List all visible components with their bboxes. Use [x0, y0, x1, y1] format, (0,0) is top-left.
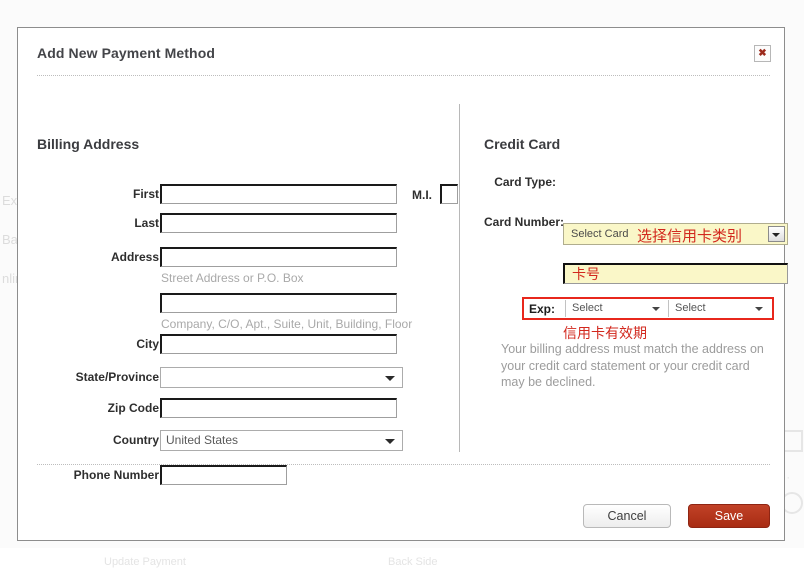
save-button[interactable]: Save [688, 504, 770, 528]
field-row-zip: Zip Code [18, 398, 458, 420]
card-type-value: Select Card [571, 228, 629, 240]
dialog-body: Billing Address Credit Card First M.I. L… [18, 76, 788, 485]
label-card-type: Card Type: [494, 175, 556, 189]
background-bottom-strip: Update Payment Back Side [0, 548, 804, 570]
address-line1-input[interactable] [160, 247, 397, 267]
label-expiration: Exp: [529, 302, 556, 316]
field-row-address: Address Street Address or P.O. Box [18, 247, 458, 285]
field-row-city: City [18, 334, 458, 356]
chevron-down-icon [652, 307, 660, 311]
add-payment-method-dialog: Add New Payment Method ✖ Billing Address… [17, 27, 788, 541]
exp-month-select[interactable]: Select [565, 300, 668, 317]
label-zip-code: Zip Code [107, 401, 159, 415]
expiration-highlight-box: Exp: Select Select [522, 297, 774, 320]
label-city: City [136, 337, 159, 351]
label-card-number: Card Number: [484, 215, 565, 229]
hint-address-line2: Company, C/O, Apt., Suite, Unit, Buildin… [161, 317, 413, 331]
credit-card-heading: Credit Card [484, 136, 561, 152]
column-divider [459, 104, 460, 452]
field-row-state: State/Province [18, 367, 458, 389]
last-name-input[interactable] [160, 213, 397, 233]
card-type-select[interactable]: Select Card 选择信用卡类别 [563, 223, 788, 245]
state-province-select[interactable] [160, 367, 403, 388]
address-line2-input[interactable] [160, 293, 397, 313]
chevron-down-icon [755, 307, 763, 311]
label-last: Last [134, 216, 159, 230]
label-state-province: State/Province [75, 370, 159, 384]
dialog-header: Add New Payment Method ✖ [18, 28, 784, 75]
background-bottom-right-text: Back Side [388, 556, 438, 568]
dialog-title: Add New Payment Method [37, 45, 215, 61]
billing-address-note: Your billing address must match the addr… [501, 342, 764, 389]
first-name-input[interactable] [160, 184, 397, 204]
country-value: United States [166, 433, 239, 447]
dialog-footer: Cancel Save [18, 465, 784, 541]
field-row-country: Country United States [18, 430, 458, 452]
chevron-down-icon [385, 375, 395, 381]
exp-year-value: Select [675, 302, 706, 314]
exp-month-value: Select [572, 302, 603, 314]
field-row-first: First M.I. [18, 184, 458, 206]
label-address: Address [110, 250, 159, 264]
zip-code-input[interactable] [160, 398, 397, 418]
label-first: First [132, 187, 159, 201]
field-row-address2: Company, C/O, Apt., Suite, Unit, Buildin… [18, 293, 458, 331]
expiration-annotation: 信用卡有效期 [563, 326, 647, 342]
hint-address-line1: Street Address or P.O. Box [161, 271, 304, 285]
close-icon[interactable]: ✖ [754, 45, 771, 62]
chevron-down-icon [385, 438, 395, 444]
country-select[interactable]: United States [160, 430, 403, 451]
label-country: Country [113, 433, 159, 447]
dropdown-button-icon[interactable] [768, 226, 785, 242]
exp-year-select[interactable]: Select [668, 300, 771, 317]
field-row-last: Last [18, 213, 458, 235]
cancel-button[interactable]: Cancel [583, 504, 671, 528]
label-middle-initial: M.I. [412, 188, 432, 202]
card-number-input[interactable] [563, 263, 788, 284]
background-bottom-left-text: Update Payment [104, 556, 186, 568]
city-input[interactable] [160, 334, 397, 354]
middle-initial-input[interactable] [440, 184, 458, 204]
billing-address-heading: Billing Address [37, 136, 140, 152]
card-type-annotation: 选择信用卡类别 [637, 227, 743, 245]
